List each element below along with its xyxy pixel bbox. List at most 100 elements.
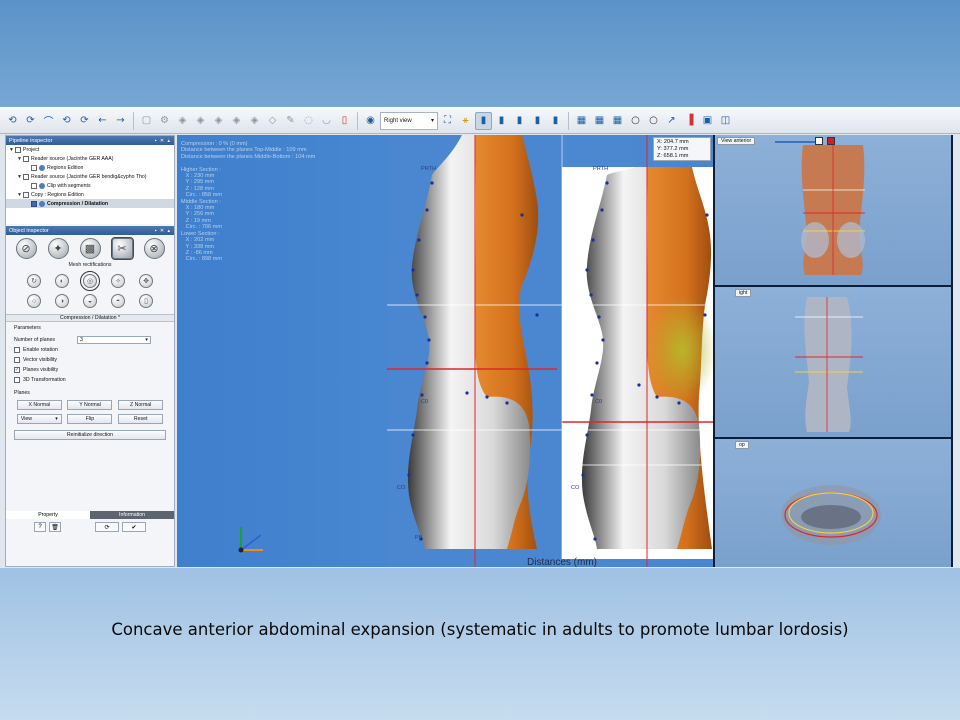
pipeline-item[interactable]: Clip with segments [6,181,174,190]
panel-controls[interactable]: ▪ ✕ ▴ [155,228,174,234]
section-icon[interactable]: ▯ [139,294,153,308]
trash-icon[interactable]: 🗑 [49,522,61,532]
x-normal-button[interactable]: X Normal [16,400,62,410]
plane-tool-icon[interactable]: ▮ [475,111,492,130]
marker-icon[interactable]: ▯ [336,112,353,130]
inflate-icon[interactable]: ◑ [55,294,69,308]
pipeline-item[interactable]: Compression / Dilatation [6,199,174,208]
pipeline-item[interactable]: ▼ Copy : Regions Edition [6,190,174,199]
pipeline-item[interactable]: ▼ Reader source (Jacinthe GER bendig&cyph… [6,172,174,181]
parameter-checkbox-row[interactable]: 3D Transformation [14,375,166,385]
cube-icon[interactable]: ◇ [264,112,281,130]
shift-icon[interactable]: ◒ [83,294,97,308]
help-icon[interactable]: ? [34,522,46,532]
cube-icon[interactable]: ◈ [210,112,227,130]
view-select[interactable]: Right view ▾ [380,111,438,130]
view-slider[interactable] [775,141,815,143]
apply-check-icon[interactable]: ✔ [122,522,146,532]
view-color-icon[interactable] [827,137,835,145]
grid-icon[interactable]: ▦ [609,112,626,130]
measure-tool-icon[interactable]: ⊗ [143,238,165,259]
visibility-checkbox[interactable] [31,164,37,171]
reset-button[interactable]: Reset [118,414,164,424]
checkbox[interactable] [14,377,20,383]
tab-property[interactable]: Property [6,511,90,519]
load-icon[interactable]: ⟳ [22,112,39,130]
anterior-view[interactable]: View anterior [715,135,951,285]
search-icon[interactable]: ○ [645,112,662,130]
plane-tool-icon[interactable]: ▮ [529,112,546,130]
grid-icon[interactable]: ▦ [573,112,590,130]
top-view[interactable]: op [715,439,951,567]
undo-icon[interactable]: ← [94,112,111,130]
cube-icon[interactable]: ◈ [246,112,263,130]
scale-icon[interactable]: ◓ [111,294,125,308]
tab-information[interactable]: Information [90,511,174,519]
curve-icon[interactable]: ⌒ [40,112,57,130]
number-of-planes-select[interactable]: 3 ▾ [76,336,151,344]
twist-icon[interactable]: ✧ [111,274,125,288]
settings-icon[interactable]: ⚙ [156,112,173,130]
stretch-icon[interactable]: ✥ [139,274,153,288]
pipeline-item[interactable]: ▼ Project [6,145,174,154]
cube-icon[interactable]: ◈ [192,112,209,130]
visibility-checkbox[interactable] [23,155,29,162]
anterior-view-label[interactable]: View anterior [717,137,756,145]
brush-icon[interactable]: ✎ [282,112,299,130]
right-view-label[interactable]: ight [735,289,752,297]
right-view[interactable]: ight [715,287,951,437]
top-view-label[interactable]: op [735,441,749,449]
copy-icon[interactable]: ▢ [138,112,155,130]
lasso-icon[interactable]: ◌ [300,112,317,130]
arrow-icon[interactable]: ↗ [663,112,680,130]
redo-icon[interactable]: → [112,112,129,130]
rotate-icon[interactable]: ↻ [27,274,41,288]
save-view-icon[interactable]: ▣ [699,112,716,130]
visibility-checkbox[interactable] [31,200,37,207]
sculpt-tool-icon[interactable]: ✦ [47,238,69,259]
checkbox[interactable] [14,357,20,363]
checkbox[interactable] [14,347,20,353]
view-select[interactable]: View ▾ [16,414,62,424]
cube-icon[interactable]: ◈ [228,112,245,130]
grid-icon[interactable]: ▦ [591,112,608,130]
z-normal-button[interactable]: Z Normal [118,400,164,410]
plane-tool-icon[interactable]: ▮ [547,112,564,130]
compression-icon[interactable]: ◎ [80,271,100,291]
y-normal-button[interactable]: Y Normal [67,400,113,410]
mesh-rectification-tool-icon[interactable]: ✂ [110,237,134,260]
compression-section-title[interactable]: Compression / Dilatation * [6,314,174,322]
load-icon[interactable]: ⟲ [58,112,75,130]
cup-icon[interactable]: ◡ [318,112,335,130]
fit-view-icon[interactable]: ⛶ [439,112,456,130]
pipeline-item[interactable]: ▼ Reader source (Jacinthe GER AAA) [6,154,174,163]
deform-icon[interactable]: ◐ [55,274,69,288]
visibility-checkbox[interactable] [31,182,37,189]
visibility-checkbox[interactable] [23,173,29,180]
reinitialize-direction-button[interactable]: Reinitialize direction [14,430,166,440]
plane-tool-icon[interactable]: ▮ [511,112,528,130]
plane-tool-icon[interactable]: ▮ [493,112,510,130]
texture-tool-icon[interactable]: ▩ [79,238,101,259]
parameter-checkbox-row[interactable]: Vector visibility [14,355,166,365]
refresh-icon[interactable]: ⟳ [95,522,119,532]
view-option-icon[interactable] [815,137,823,145]
visibility-checkbox[interactable] [15,146,21,153]
search-icon[interactable]: ○ [627,112,644,130]
camera-icon[interactable]: ◉ [362,112,379,130]
load-icon[interactable]: ⟳ [76,112,93,130]
layout-icon[interactable]: ◫ [717,112,734,130]
load-icon[interactable]: ⟲ [4,112,21,130]
color-map-icon[interactable]: ▐ [681,112,698,130]
flip-button[interactable]: Flip [67,414,113,424]
smooth-icon[interactable]: ○ [27,294,41,308]
parameter-checkbox-row[interactable]: ✓ Planes visibility [14,365,166,375]
visibility-checkbox[interactable] [23,191,29,198]
parameter-checkbox-row[interactable]: Enable rotation [14,345,166,355]
pipeline-item[interactable]: Regions Edition [6,163,174,172]
cut-tool-icon[interactable]: ⊘ [15,238,37,259]
cube-icon[interactable]: ◈ [174,112,191,130]
checkbox[interactable]: ✓ [14,367,20,373]
3d-viewport[interactable]: Compression : 0 % (0 mm) Distance betwee… [177,135,713,567]
ruler-icon[interactable]: ⚹ [457,112,474,130]
